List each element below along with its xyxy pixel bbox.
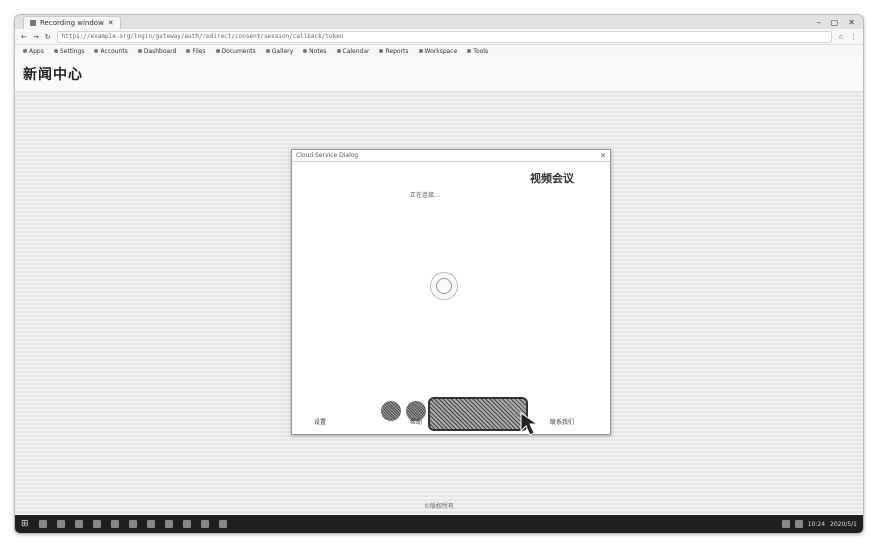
address-bar: ← → ↻ https://example.org/login/gateway/… bbox=[15, 29, 863, 45]
bookmark-icon bbox=[137, 49, 142, 53]
app-icon[interactable] bbox=[128, 520, 137, 528]
dialog-window: Cloud Service Dialog ✕ 视频会议 正在连接… 设置 帮助 … bbox=[291, 149, 611, 435]
minimize-button[interactable]: – bbox=[817, 18, 821, 27]
page-footer: ©版权所有 bbox=[423, 503, 454, 510]
tab-favicon-icon bbox=[30, 19, 36, 26]
bookmark-item[interactable]: Reports bbox=[379, 48, 409, 55]
bookmark-icon bbox=[336, 49, 341, 53]
dialog-titlebar: Cloud Service Dialog ✕ bbox=[292, 150, 610, 162]
bookmark-icon bbox=[186, 49, 191, 53]
bookmark-item[interactable]: Dashboard bbox=[137, 48, 176, 55]
dialog-title: Cloud Service Dialog bbox=[296, 152, 359, 159]
app-icon[interactable] bbox=[110, 520, 119, 528]
back-icon[interactable]: ← bbox=[21, 33, 27, 41]
primary-action-button[interactable] bbox=[428, 397, 528, 431]
app-icon[interactable] bbox=[218, 520, 227, 528]
bookmark-item[interactable]: Tools bbox=[467, 48, 488, 55]
browser-window: Recording window ✕ – ▢ ✕ ← → ↻ https://e… bbox=[14, 14, 864, 534]
dialog-footer-mid[interactable]: 帮助 bbox=[410, 417, 422, 426]
bookmark-item[interactable]: Workspace bbox=[418, 48, 457, 55]
close-window-button[interactable]: ✕ bbox=[848, 18, 855, 27]
spinner-ring bbox=[436, 278, 452, 294]
option-circle-one[interactable] bbox=[381, 401, 401, 421]
url-input[interactable]: https://example.org/login/gateway/auth/r… bbox=[56, 30, 832, 43]
bookmark-icon bbox=[23, 49, 27, 53]
bookmark-item[interactable]: Apps bbox=[23, 48, 44, 55]
bookmark-icon bbox=[379, 49, 384, 53]
app-icon[interactable] bbox=[200, 520, 209, 528]
volume-icon[interactable] bbox=[794, 520, 803, 528]
app-icon[interactable] bbox=[74, 520, 83, 528]
dialog-subtitle: 正在连接… bbox=[410, 192, 441, 199]
bookmark-icon bbox=[265, 49, 270, 53]
clock-date[interactable]: 2020/5/1 bbox=[830, 521, 857, 528]
forward-icon[interactable]: → bbox=[33, 33, 39, 41]
system-tray: 10:24 2020/5/1 bbox=[781, 520, 857, 528]
bookmark-item[interactable]: Calendar bbox=[336, 48, 369, 55]
bookmark-icon bbox=[303, 49, 308, 53]
page-header: 新闻中心 bbox=[15, 57, 863, 92]
taskbar: ⊞ 10:24 2020/5/1 bbox=[15, 515, 863, 533]
app-icon[interactable] bbox=[146, 520, 155, 528]
dialog-heading: 视频会议 bbox=[530, 172, 574, 185]
tab-title: Recording window bbox=[40, 18, 104, 27]
bookmark-item[interactable]: Notes bbox=[303, 48, 327, 55]
network-icon[interactable] bbox=[781, 520, 790, 528]
bookmark-icon bbox=[215, 49, 220, 53]
bookmark-item[interactable]: Files bbox=[186, 48, 206, 55]
bookmark-icon bbox=[94, 49, 99, 53]
bookmark-icon bbox=[418, 49, 423, 53]
browser-tab[interactable]: Recording window ✕ bbox=[23, 15, 121, 29]
bookmark-item[interactable]: Accounts bbox=[94, 48, 128, 55]
star-icon[interactable]: ☆ bbox=[838, 33, 844, 41]
bookmark-icon bbox=[467, 49, 472, 53]
bookmark-item[interactable]: Settings bbox=[53, 48, 84, 55]
bookmark-item[interactable]: Documents bbox=[215, 48, 256, 55]
loading-spinner-icon bbox=[430, 272, 458, 300]
taskview-icon[interactable] bbox=[56, 520, 65, 528]
reload-icon[interactable]: ↻ bbox=[45, 33, 51, 41]
tab-bar: Recording window ✕ – ▢ ✕ bbox=[15, 15, 863, 29]
search-icon[interactable] bbox=[38, 520, 47, 528]
tab-close-icon[interactable]: ✕ bbox=[108, 19, 114, 27]
site-logo[interactable]: 新闻中心 bbox=[23, 64, 83, 84]
bookmark-icon bbox=[53, 49, 58, 53]
app-icon[interactable] bbox=[92, 520, 101, 528]
bookmark-item[interactable]: Gallery bbox=[265, 48, 293, 55]
start-icon[interactable]: ⊞ bbox=[21, 519, 29, 529]
app-icon[interactable] bbox=[182, 520, 191, 528]
page-content: 新闻中心 Cloud Service Dialog ✕ 视频会议 正在连接… 设… bbox=[15, 57, 863, 515]
dialog-footer-right[interactable]: 联系我们 bbox=[550, 417, 574, 426]
dialog-footer-left[interactable]: 设置 bbox=[314, 417, 326, 426]
arrow-cursor-icon bbox=[520, 412, 539, 436]
menu-icon[interactable]: ⋮ bbox=[850, 33, 857, 41]
app-icon[interactable] bbox=[164, 520, 173, 528]
maximize-button[interactable]: ▢ bbox=[831, 18, 839, 27]
dialog-close-icon[interactable]: ✕ bbox=[600, 152, 606, 160]
clock-time[interactable]: 10:24 bbox=[808, 521, 825, 528]
window-controls: – ▢ ✕ bbox=[817, 18, 863, 27]
